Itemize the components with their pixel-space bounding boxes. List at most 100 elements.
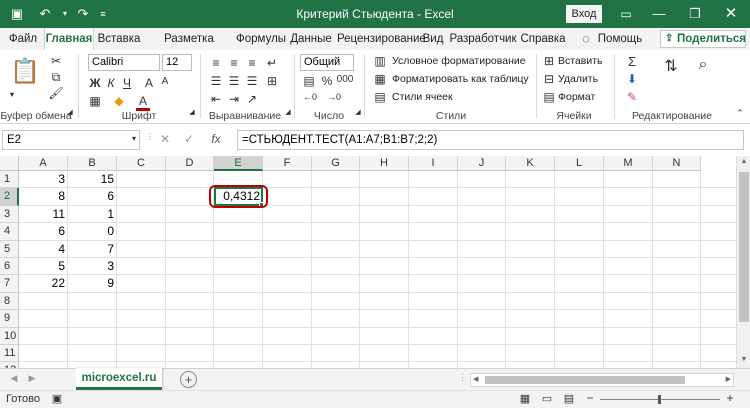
normal-view-icon[interactable]: ▦ [518,392,532,405]
cell-b7[interactable]: 9 [68,275,117,292]
signin-button[interactable]: Вход [566,5,602,23]
collapse-ribbon-icon[interactable]: ⌃ [734,108,746,119]
format-as-table-icon[interactable]: ▦ [372,72,388,86]
align-left-icon[interactable]: ☰ [208,74,224,88]
tab-formulas[interactable]: Формулы [236,28,286,50]
decrease-decimal-icon[interactable]: →0 [324,92,344,102]
vertical-scrollbar[interactable]: ▲ ▼ [736,156,750,368]
column-header-k[interactable]: K [506,156,555,171]
scroll-down-icon[interactable]: ▼ [737,356,750,363]
vertical-scroll-thumb[interactable] [739,172,749,322]
tab-view[interactable]: Вид [420,28,446,50]
page-layout-view-icon[interactable]: ▭ [540,392,554,405]
row-header-2[interactable]: 2 [0,188,19,206]
row-header-7[interactable]: 7 [0,275,19,293]
zoom-out-icon[interactable]: − [584,391,596,405]
decrease-indent-icon[interactable]: ⇤ [208,92,224,106]
column-header-n[interactable]: N [653,156,701,171]
row-header-11[interactable]: 11 [0,345,19,363]
conditional-formatting-button[interactable]: Условное форматирование [392,55,526,67]
column-header-b[interactable]: B [68,156,117,171]
column-header-l[interactable]: L [555,156,604,171]
column-header-g[interactable]: G [312,156,360,171]
tab-home[interactable]: Главная [44,28,94,50]
close-icon[interactable]: ✕ [716,0,746,28]
font-color-icon[interactable]: A [136,94,150,111]
increase-decimal-icon[interactable]: ←0 [300,92,320,102]
scroll-right-icon[interactable]: ▶ [726,374,731,386]
format-painter-icon[interactable]: 🖌 [48,86,64,100]
zoom-in-icon[interactable]: + [724,391,736,405]
bold-button[interactable]: Ж [88,76,102,90]
scroll-up-icon[interactable]: ▲ [737,158,750,165]
row-header-6[interactable]: 6 [0,258,19,276]
cell-b2[interactable]: 6 [68,188,117,205]
column-header-m[interactable]: M [604,156,653,171]
add-sheet-icon[interactable]: + [180,371,197,388]
thousands-separator-icon[interactable]: 000 [336,74,354,85]
align-top-icon[interactable]: ≡ [208,56,224,70]
column-header-i[interactable]: I [409,156,458,171]
zoom-slider-thumb[interactable] [658,395,661,404]
tell-me-button[interactable]: Помощь [596,28,644,50]
clipboard-launcher-icon[interactable]: ◢ [66,108,74,116]
cell-styles-icon[interactable]: ▤ [372,90,388,104]
column-header-a[interactable]: A [19,156,68,171]
row-header-10[interactable]: 10 [0,327,19,345]
select-all-corner[interactable] [0,156,19,171]
fill-color-icon[interactable]: ◆ [112,94,126,108]
tab-help[interactable]: Справка [520,28,566,50]
next-sheet-icon[interactable]: ▶ [26,373,38,384]
format-cells-icon[interactable]: ▤ [542,90,556,104]
cell-styles-button[interactable]: Стили ячеек [392,91,453,103]
conditional-formatting-icon[interactable]: ▥ [372,54,388,68]
worksheet-grid[interactable]: ABCDEFGHIJKLMN 1234567891011121314 38116… [0,156,750,368]
row-header-9[interactable]: 9 [0,310,19,328]
autosum-icon[interactable]: Σ [624,54,640,69]
tab-developer[interactable]: Разработчик [449,28,517,50]
prev-sheet-icon[interactable]: ◀ [8,373,20,384]
merge-center-icon[interactable]: ⊞ [264,74,280,88]
maximize-icon[interactable]: ❐ [680,0,710,28]
currency-icon[interactable]: ▤ [300,74,318,88]
clear-icon[interactable]: ✎ [624,90,640,104]
number-format-select[interactable]: Общий [300,54,354,71]
find-select-icon[interactable]: ⌕ [692,56,714,74]
tab-page-layout[interactable]: Разметка страниц [143,28,235,67]
name-box-dropdown-icon[interactable]: ▾ [130,134,138,143]
page-break-view-icon[interactable]: ▤ [562,392,576,405]
row-header-3[interactable]: 3 [0,205,19,224]
name-box[interactable]: E2 [2,130,140,150]
alignment-launcher-icon[interactable]: ◢ [284,108,292,116]
column-header-c[interactable]: C [117,156,166,171]
italic-button[interactable]: К [104,76,118,90]
increase-font-icon[interactable]: A [142,76,156,90]
borders-icon[interactable]: ▦ [88,94,102,108]
accessibility-icon[interactable]: ▣ [50,392,64,405]
tab-review[interactable]: Рецензирование [337,28,426,50]
row-header-5[interactable]: 5 [0,240,19,258]
underline-button[interactable]: Ч [120,76,134,90]
sort-filter-icon[interactable]: ⇅ [660,56,682,76]
scroll-left-icon[interactable]: ◀ [473,374,478,386]
number-launcher-icon[interactable]: ◢ [354,108,362,116]
horizontal-scroll-thumb[interactable] [485,376,685,384]
share-button[interactable]: ⇪ Поделиться [660,30,746,48]
enter-formula-icon[interactable]: ✓ [182,132,196,146]
column-header-e[interactable]: E [214,156,263,171]
wrap-text-icon[interactable]: ↵ [264,56,280,70]
row-header-8[interactable]: 8 [0,292,19,311]
sheet-tab[interactable]: microexcel.ru [76,368,162,390]
insert-cells-icon[interactable]: ⊞ [542,54,556,68]
ribbon-display-icon[interactable]: ▭ [614,0,638,28]
paste-dropdown-icon[interactable]: ▾ [10,90,14,99]
cell-a5[interactable]: 4 [19,241,68,258]
fill-icon[interactable]: ⬇ [624,72,640,86]
row-header-1[interactable]: 1 [0,171,19,189]
row-header-4[interactable]: 4 [0,223,19,241]
cell-a3[interactable]: 11 [19,206,68,223]
tab-insert[interactable]: Вставка [96,28,142,50]
cell-a6[interactable]: 5 [19,258,68,275]
cell-b4[interactable]: 0 [68,223,117,240]
orientation-icon[interactable]: ↗ [244,92,260,106]
